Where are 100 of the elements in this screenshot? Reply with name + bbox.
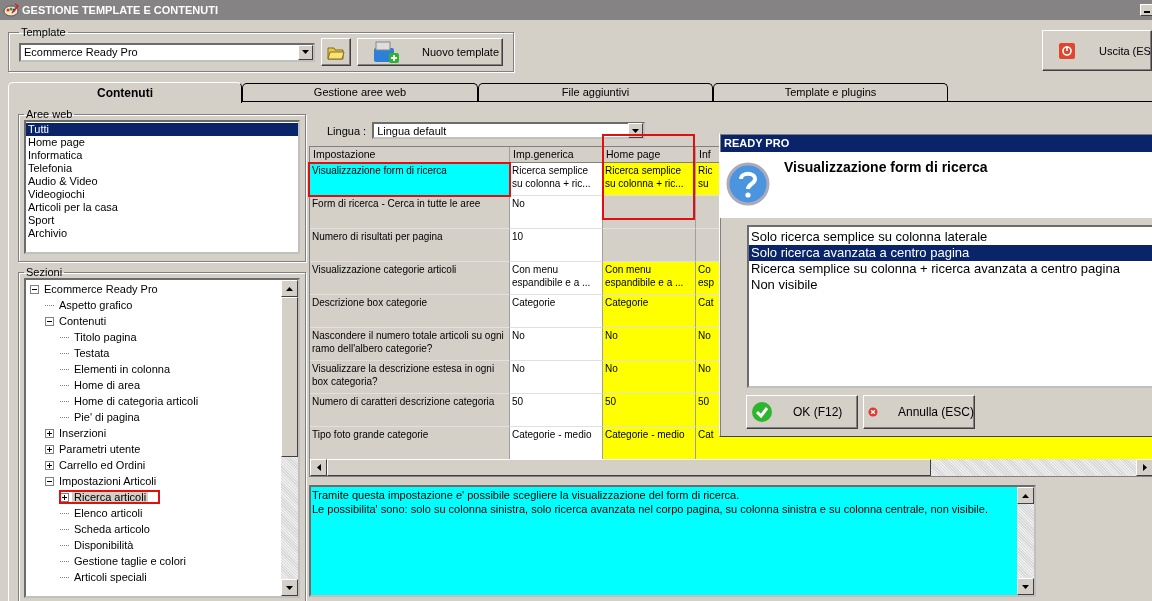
tree-item[interactable]: Titolo pagina [72, 330, 139, 344]
tree-item[interactable]: Pie' di pagina [72, 410, 142, 424]
list-item[interactable]: Non visibile [749, 277, 1152, 293]
table-cell[interactable]: Numero di caratteri descrizione categoria [310, 394, 510, 427]
table-cell[interactable]: Visualizzazione categorie articoli [310, 262, 510, 295]
expand-icon[interactable] [45, 444, 54, 454]
table-cell: No [603, 328, 696, 361]
scrollbar[interactable] [1017, 487, 1034, 595]
question-icon [726, 162, 770, 206]
table-cell: No [510, 328, 603, 361]
table-cell[interactable]: Numero di risultati per pagina [310, 229, 510, 262]
list-item[interactable]: Ricerca semplice su colonna + ricerca avanzata a centro pagina [749, 261, 1152, 277]
list-item[interactable]: Articoli per la casa [26, 201, 298, 214]
right-arrow-icon [1142, 464, 1147, 471]
table-cell[interactable]: Form di ricerca - Cerca in tutte le aree [310, 196, 510, 229]
table-cell: Ricerca semplice su colonna + ric... [510, 163, 603, 196]
down-arrow-icon [1022, 584, 1029, 589]
expand-icon[interactable] [45, 428, 54, 438]
caret-icon [302, 50, 309, 54]
table-cell: No [603, 361, 696, 394]
scroll-thumb[interactable] [327, 459, 931, 476]
list-item[interactable]: Solo ricerca semplice su colonna laterale [749, 229, 1152, 245]
tree-item[interactable]: Elementi in colonna [72, 362, 172, 376]
tab[interactable]: Template e plugins [713, 83, 948, 101]
ok-button[interactable]: OK (F12) [746, 395, 858, 429]
tree-item[interactable]: Contenuti [57, 314, 109, 328]
language-dropdown[interactable]: Lingua default [372, 122, 646, 139]
scrollbar[interactable] [281, 280, 298, 596]
table-cell: 10 [510, 229, 603, 262]
tree-item[interactable]: Aspetto grafico [57, 298, 135, 312]
table-cell: Con menu espandibile e a ... [510, 262, 603, 295]
tab[interactable]: Contenuti [8, 82, 242, 103]
tree-item[interactable]: Scheda articolo [72, 522, 152, 536]
table-cell: Categorie [510, 295, 603, 328]
table-cell: 50 [510, 394, 603, 427]
tree-item[interactable]: Articoli speciali [72, 570, 149, 584]
tree-item[interactable]: Elenco articoli [72, 506, 145, 520]
list-item[interactable]: Videogiochi [26, 188, 298, 201]
tree-item[interactable]: Home di categoria articoli [72, 394, 201, 408]
tab[interactable]: File aggiuntivi [478, 83, 713, 101]
collapse-icon[interactable] [30, 284, 39, 294]
list-item[interactable]: Tutti [26, 123, 298, 136]
tree-item[interactable]: Gestione taglie e colori [72, 554, 188, 568]
open-folder-button[interactable] [321, 38, 351, 66]
tree-item[interactable]: Disponibilità [72, 538, 136, 552]
collapse-icon[interactable] [45, 476, 54, 486]
group-label: Aree web [25, 108, 74, 120]
tree-item[interactable]: Home di area [72, 378, 143, 392]
minimize-button[interactable] [1140, 4, 1152, 16]
tree-item[interactable]: Parametri utente [57, 442, 143, 456]
field-label: Lingua : [327, 124, 367, 137]
left-arrow-icon [316, 464, 321, 471]
table-cell: Con menu espandibile e a ... [603, 262, 696, 295]
table-cell[interactable]: Visualizzare la descrizione estesa in ogni box categoria? [310, 361, 510, 394]
table-cell: Ricerca semplice su colonna + ric... [603, 163, 696, 196]
add-box-icon [372, 40, 400, 64]
table-cell[interactable]: Descrizione box categorie [310, 295, 510, 328]
power-icon [1059, 42, 1075, 59]
minimize-icon [1144, 11, 1150, 13]
tree-item[interactable]: Impostazioni Articoli [57, 474, 159, 488]
list-item[interactable]: Informatica [26, 149, 298, 162]
expand-icon[interactable] [45, 460, 54, 470]
check-icon [751, 401, 773, 423]
list-item[interactable]: Telefonia [26, 162, 298, 175]
up-arrow-icon [286, 286, 293, 291]
list-item[interactable]: Audio & Video [26, 175, 298, 188]
table-cell[interactable]: Nascondere il numero totale articoli su ogni ramo dell'albero categorie? [310, 328, 510, 361]
table-cell[interactable]: Tipo foto grande categorie [310, 427, 510, 459]
tab[interactable]: Gestione aree web [242, 83, 478, 101]
list-item[interactable]: Home page [26, 136, 298, 149]
tree-item[interactable]: Ecommerce Ready Pro [42, 282, 160, 296]
table-cell: No [510, 361, 603, 394]
scroll-thumb[interactable] [281, 297, 298, 457]
list-item[interactable]: Archivio [26, 227, 298, 240]
up-arrow-icon [1022, 493, 1029, 498]
collapse-icon[interactable] [45, 316, 54, 326]
table-cell: 50 [603, 394, 696, 427]
template-dropdown[interactable]: Ecommerce Ready Pro [19, 42, 315, 62]
expand-icon[interactable] [60, 492, 69, 502]
tree-item[interactable]: Carrello ed Ordini [57, 458, 148, 472]
new-template-button[interactable]: Nuovo template [357, 38, 503, 66]
tree-item[interactable]: Testata [72, 346, 112, 360]
scrollbar[interactable] [310, 459, 1152, 476]
palette-icon [3, 3, 19, 17]
table-cell: Categorie - medio [603, 427, 696, 459]
dialog-title: READY PRO [721, 135, 1152, 152]
list-item[interactable]: Sport [26, 214, 298, 227]
folder-icon [327, 44, 345, 60]
group-label: Sezioni [25, 266, 64, 278]
caret-icon [632, 128, 640, 133]
exit-button[interactable]: Uscita (ES [1042, 30, 1152, 71]
tree-item[interactable]: Inserzioni [57, 426, 109, 440]
description-text: Tramite questa impostazione e' possibile scegliere la visualizzazione del form di ricerca. [312, 488, 741, 502]
group-label: Template [20, 26, 67, 38]
table-cell: No [510, 196, 603, 229]
table-cell: Categorie - medio [510, 427, 603, 459]
column-header[interactable]: Impostazione [310, 147, 510, 163]
window-title: GESTIONE TEMPLATE E CONTENUTI [22, 4, 218, 16]
cancel-button[interactable]: Annulla (ESC) [863, 395, 975, 429]
list-item[interactable]: Solo ricerca avanzata a centro pagina [749, 245, 1152, 261]
